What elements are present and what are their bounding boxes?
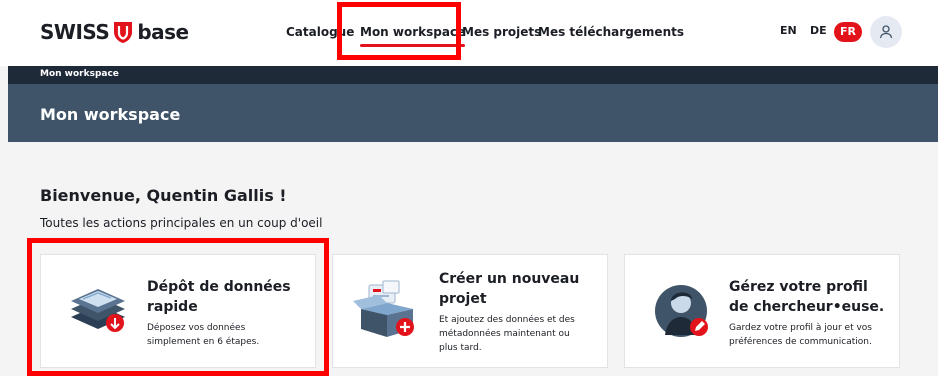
- card-data-deposit[interactable]: Dépôt de données rapide Déposez vos donn…: [40, 254, 316, 368]
- breadcrumb-bar: Mon workspace: [8, 66, 938, 84]
- nav-mon-workspace[interactable]: Mon workspace: [360, 25, 466, 47]
- card-new-project[interactable]: Créer un nouveau projet Et ajoutez des d…: [332, 254, 608, 368]
- breadcrumb[interactable]: Mon workspace: [40, 69, 119, 79]
- welcome-heading: Bienvenue, Quentin Gallis !: [40, 186, 287, 205]
- card-description: Gardez votre profil à jour et vos préfér…: [729, 323, 872, 347]
- nav-catalogue[interactable]: Catalogue: [286, 25, 354, 39]
- card-description: Et ajoutez des données et des métadonnée…: [439, 315, 575, 353]
- page-header: Mon workspace: [8, 84, 938, 142]
- user-icon: [879, 25, 893, 39]
- page-title: Mon workspace: [40, 105, 181, 124]
- account-button[interactable]: [870, 16, 902, 48]
- nav-mes-telechargements[interactable]: Mes téléchargements: [538, 25, 684, 39]
- logo-text-left: SWISS: [40, 20, 110, 44]
- card-description: Déposez vos données simplement en 6 étap…: [147, 323, 260, 347]
- card-title: Gérez votre profil de chercheur•euse.: [729, 279, 885, 315]
- researcher-profile-icon: [655, 285, 708, 337]
- welcome-subtitle: Toutes les actions principales en un cou…: [40, 216, 323, 230]
- top-navigation-bar: SWISS base Catalogue Mon workspace Mes p…: [0, 0, 938, 66]
- language-de[interactable]: DE: [810, 24, 827, 37]
- logo-text-right: base: [137, 20, 189, 44]
- nav-mes-projets[interactable]: Mes projets: [462, 25, 541, 39]
- data-deposit-icon: [71, 289, 125, 332]
- shield-logo-icon: [114, 22, 133, 43]
- card-researcher-profile[interactable]: Gérez votre profil de chercheur•euse. Ga…: [624, 254, 900, 368]
- language-en[interactable]: EN: [780, 24, 797, 37]
- swissbase-logo[interactable]: SWISS base: [40, 20, 189, 44]
- new-project-icon: [353, 280, 414, 337]
- card-title: Créer un nouveau projet: [439, 271, 580, 307]
- language-fr[interactable]: FR: [834, 22, 862, 42]
- card-title: Dépôt de données rapide: [147, 279, 291, 315]
